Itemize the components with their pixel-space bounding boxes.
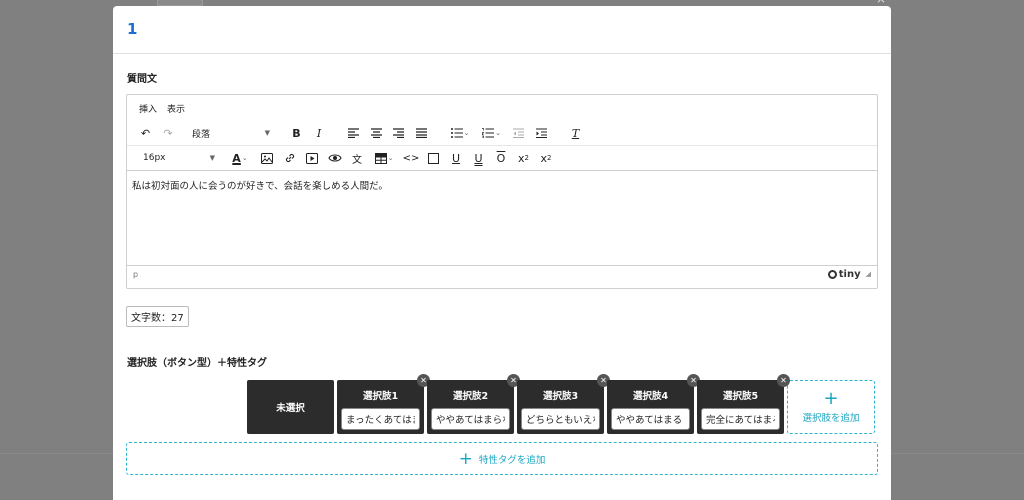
- tiny-logo-icon: [827, 269, 837, 279]
- question-label: 質問文: [127, 74, 157, 85]
- double-underline-icon[interactable]: U: [468, 148, 489, 168]
- text-color-icon[interactable]: A ⌄: [225, 148, 255, 168]
- menu-insert[interactable]: 挿入: [139, 102, 157, 115]
- editor-toolbar-secondary: 16px ▼ A ⌄ 文 ⌄ <> U U O x 2 x 2: [127, 146, 877, 171]
- superscript-icon[interactable]: x2: [513, 148, 534, 168]
- block-format-select[interactable]: 段落 ▼: [188, 123, 274, 143]
- italic-icon[interactable]: I: [309, 123, 330, 143]
- code-icon[interactable]: <>: [401, 148, 422, 168]
- element-path[interactable]: p: [133, 270, 138, 279]
- editor-statusbar: p tiny ◢: [127, 265, 877, 282]
- chevron-down-icon: ⌄: [241, 154, 248, 162]
- checkbox-icon[interactable]: [423, 148, 444, 168]
- outdent-icon[interactable]: [508, 123, 529, 143]
- choice-4[interactable]: 選択肢4 ✕: [607, 374, 700, 434]
- font-size-value: 16px: [143, 153, 166, 163]
- tiny-logo-text: tiny: [838, 268, 861, 280]
- numbered-list-icon[interactable]: ⌄: [477, 123, 507, 143]
- undo-icon[interactable]: ↶: [135, 123, 156, 143]
- clear-formatting-icon[interactable]: T: [565, 123, 586, 143]
- plus-icon: +: [823, 388, 839, 409]
- rich-text-editor: 挿入 表示 ↶ ↷ 段落 ▼ B I ⌄ ⌄ T 16px ▼ A ⌄ 文 ⌄ …: [126, 94, 878, 289]
- chevron-down-icon: ⌄: [387, 154, 394, 162]
- align-center-icon[interactable]: [366, 123, 387, 143]
- bullet-list-icon[interactable]: ⌄: [445, 123, 475, 143]
- table-icon[interactable]: ⌄: [369, 148, 399, 168]
- editor-toolbar-primary: ↶ ↷ 段落 ▼ B I ⌄ ⌄ T: [127, 121, 877, 146]
- choice-3[interactable]: 選択肢3 ✕: [517, 374, 610, 434]
- plus-icon: +: [458, 448, 473, 469]
- menu-view[interactable]: 表示: [167, 102, 185, 115]
- tiny-logo[interactable]: tiny ◢: [827, 268, 871, 280]
- choice-title: 選択肢5: [722, 391, 759, 402]
- subscript-icon[interactable]: x2: [536, 148, 557, 168]
- choice-title: 未選択: [276, 403, 305, 414]
- choice-1[interactable]: 選択肢1 ✕: [337, 374, 430, 434]
- choice-title: 選択肢3: [542, 391, 579, 402]
- choice-2[interactable]: 選択肢2 ✕: [427, 374, 520, 434]
- choices-label: 選択肢（ボタン型）＋特性タグ: [127, 358, 267, 369]
- preview-icon[interactable]: [324, 148, 345, 168]
- language-icon[interactable]: 文: [347, 148, 368, 168]
- resize-handle-icon[interactable]: ◢: [866, 270, 871, 278]
- add-tag-label: 特性タグを追加: [478, 454, 546, 466]
- modal-header: 1: [113, 6, 891, 54]
- align-left-icon[interactable]: [343, 123, 364, 143]
- underline-icon[interactable]: U: [446, 148, 467, 168]
- indent-icon[interactable]: [531, 123, 552, 143]
- modal-title: 1: [127, 20, 138, 38]
- choice-title: 選択肢2: [452, 391, 489, 402]
- choice-value-input[interactable]: [701, 408, 780, 430]
- question-modal: 1 質問文 挿入 表示 ↶ ↷ 段落 ▼ B I ⌄ ⌄ T 16px ▼ A …: [113, 6, 891, 500]
- chevron-down-icon: ▼: [264, 129, 270, 137]
- chevron-down-icon: ⌄: [495, 129, 501, 137]
- choice-value-input[interactable]: [611, 408, 690, 430]
- choice-title: 選択肢1: [362, 391, 399, 402]
- bold-icon[interactable]: B: [286, 123, 307, 143]
- choice-5[interactable]: 選択肢5 ✕: [697, 374, 790, 434]
- choice-buttons: 未選択 選択肢1 ✕ 選択肢2 ✕ 選択肢3 ✕ 選択肢4 ✕ 選択肢5 ✕: [247, 374, 875, 434]
- align-right-icon[interactable]: [388, 123, 409, 143]
- choice-value-input[interactable]: [341, 408, 420, 430]
- add-choice-label: 選択肢を追加: [802, 413, 860, 424]
- choice-value-input[interactable]: [431, 408, 510, 430]
- editor-menubar: 挿入 表示: [127, 95, 877, 121]
- choice-value-input[interactable]: [521, 408, 600, 430]
- image-icon[interactable]: [257, 148, 278, 168]
- choice-unselected[interactable]: 未選択: [247, 380, 334, 434]
- chevron-down-icon: ⌄: [463, 129, 470, 137]
- choice-title: 選択肢4: [632, 391, 669, 402]
- overline-icon[interactable]: O: [491, 148, 512, 168]
- chevron-down-icon: ▼: [209, 154, 215, 162]
- redo-icon[interactable]: ↷: [158, 123, 179, 143]
- link-icon[interactable]: [279, 148, 300, 168]
- delete-choice-icon[interactable]: ✕: [777, 374, 790, 387]
- media-icon[interactable]: [302, 148, 323, 168]
- align-justify-icon[interactable]: [411, 123, 432, 143]
- add-choice-button[interactable]: + 選択肢を追加: [787, 380, 875, 434]
- font-size-select[interactable]: 16px ▼: [139, 148, 219, 168]
- block-format-value: 段落: [192, 129, 211, 140]
- add-tag-button[interactable]: + 特性タグを追加: [126, 442, 878, 475]
- editor-content[interactable]: 私は初対面の人に会うのが好きで、会話を楽しめる人間だ。: [127, 171, 877, 265]
- char-count: 文字数：27: [126, 306, 189, 327]
